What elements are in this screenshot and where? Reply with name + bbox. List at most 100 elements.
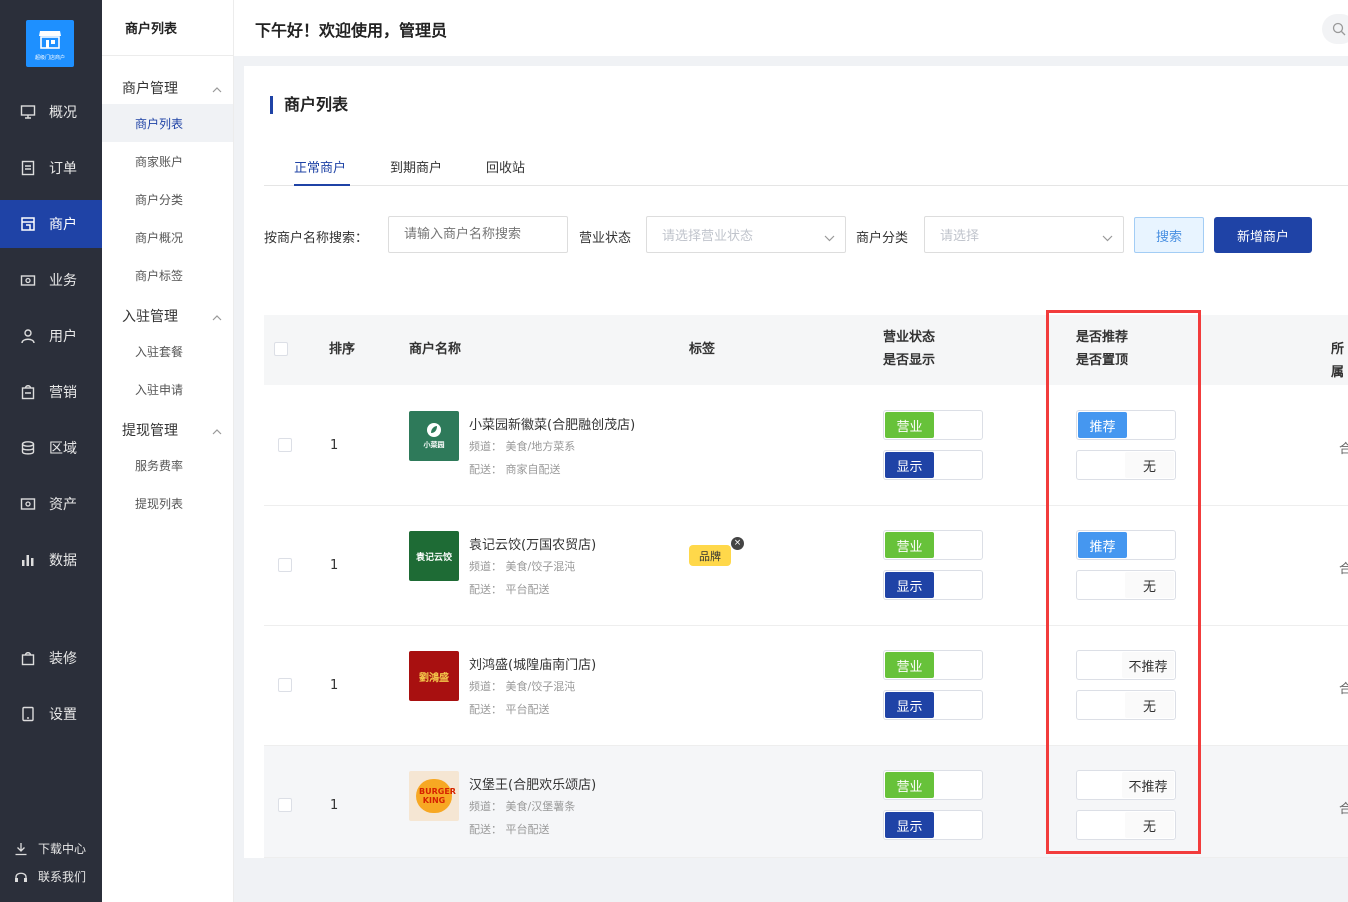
nav-item-merchants[interactable]: 商户 [0,200,102,248]
select-all-checkbox[interactable] [274,342,288,356]
pin-switch[interactable]: 无 [1076,450,1176,480]
subnav-item-merchant-tags[interactable]: 商户标签 [102,256,233,294]
business-status-switch[interactable]: 营业 [883,410,983,440]
merchant-name[interactable]: 小菜园新徽菜(合肥融创茂店) [469,414,635,433]
tab-recycle-bin[interactable]: 回收站 [486,157,525,176]
tab-active-indicator [294,184,350,186]
tab-expired-merchants[interactable]: 到期商户 [390,157,442,176]
header-search-button[interactable] [1322,14,1348,44]
recommend-switch[interactable]: 推荐 [1076,530,1176,560]
pin-switch[interactable]: 无 [1076,570,1176,600]
nav-item-marketing[interactable]: 营销 [0,368,102,416]
truncated-cell: 合 [1339,682,1348,697]
merchant-delivery: 配送： 平台配送 [469,821,550,837]
business-status-switch[interactable]: 营业 [883,650,983,680]
app-logo[interactable]: 超级门店商户 [26,20,74,67]
subnav-item-merchant-accounts[interactable]: 商家账户 [102,142,233,180]
nav-item-label: 设置 [49,707,77,723]
subnav-item-onboarding-packages[interactable]: 入驻套餐 [102,332,233,370]
row-checkbox[interactable] [278,558,292,572]
document-icon [20,160,36,176]
merchant-logo: 袁记云饺 [409,531,459,581]
brand-tag: 品牌 [689,545,731,566]
delivery-value: 平台配送 [505,703,550,716]
page-title: 商户列表 [270,96,348,114]
tab-normal-merchants[interactable]: 正常商户 [294,157,346,176]
nav-item-data[interactable]: 数据 [0,536,102,584]
download-center-link[interactable]: 下载中心 [14,840,86,857]
merchant-name[interactable]: 袁记云饺(万国农贸店) [469,534,596,553]
subnav-item-service-fee[interactable]: 服务费率 [102,446,233,484]
switch-knob: 显示 [885,572,934,598]
nav-item-label: 装修 [49,651,77,667]
switch-knob: 无 [1125,692,1174,718]
subnav-item-merchant-list[interactable]: 商户列表 [102,104,233,142]
table-row: 1 小菜园 小菜园新徽菜(合肥融创茂店) 频道： 美食/地方菜系 配送： 商家自… [264,386,1348,506]
merchant-logo-text: BURGER KING [419,787,456,805]
nav-item-assets[interactable]: 资产 [0,480,102,528]
visible-switch[interactable]: 显示 [883,450,983,480]
merchant-name[interactable]: 汉堡王(合肥欢乐颂店) [469,774,596,793]
channel-label: 频道： [469,440,502,453]
delivery-label: 配送： [469,583,502,596]
pin-switch[interactable]: 无 [1076,690,1176,720]
pin-switch[interactable]: 无 [1076,810,1176,840]
remove-tag-icon[interactable]: × [731,537,744,550]
name-search-label: 按商户名称搜索： [264,231,369,246]
nav-item-users[interactable]: 用户 [0,312,102,360]
business-status-switch[interactable]: 营业 [883,770,983,800]
visible-switch[interactable]: 显示 [883,810,983,840]
delivery-label: 配送： [469,823,502,836]
row-checkbox[interactable] [278,678,292,692]
nav-item-decoration[interactable]: 装修 [0,634,102,682]
business-status-switch[interactable]: 营业 [883,530,983,560]
visible-switch[interactable]: 显示 [883,690,983,720]
merchant-delivery: 配送： 平台配送 [469,581,550,597]
delivery-label: 配送： [469,463,502,476]
subnav-group-label: 商户管理 [122,81,178,97]
leaf-icon [427,423,441,437]
switch-knob: 不推荐 [1122,652,1174,678]
subnav-item-onboarding-applications[interactable]: 入驻申请 [102,370,233,408]
merchant-logo: BURGER KING [409,771,459,821]
briefcase-icon [20,272,36,288]
business-status-placeholder: 请选择营业状态 [662,229,754,244]
top-header: 下午好！欢迎使用，管理员 [234,0,1348,56]
contact-us-link[interactable]: 联系我们 [14,868,86,885]
recommend-switch[interactable]: 不推荐 [1076,770,1176,800]
nav-item-settings[interactable]: 设置 [0,690,102,738]
subnav-item-merchant-categories[interactable]: 商户分类 [102,180,233,218]
subnav-item-merchant-overview[interactable]: 商户概况 [102,218,233,256]
merchant-name-search-input[interactable] [388,216,568,253]
subnav-group-onboarding[interactable]: 入驻管理 [122,306,222,326]
subnav-group-withdrawals[interactable]: 提现管理 [122,420,222,440]
merchant-name[interactable]: 刘鸿盛(城隍庙南门店) [469,654,596,673]
row-checkbox[interactable] [278,798,292,812]
add-merchant-button[interactable]: 新增商户 [1214,217,1312,253]
rank-value: 1 [330,558,339,573]
nav-item-regions[interactable]: 区域 [0,424,102,472]
subnav-item-withdrawal-list[interactable]: 提现列表 [102,484,233,522]
column-header-tag: 标签 [689,342,716,357]
search-button[interactable]: 搜索 [1134,217,1204,253]
business-status-select[interactable]: 请选择营业状态 [646,216,846,253]
nav-item-business[interactable]: 业务 [0,256,102,304]
nav-item-label: 营销 [49,385,77,401]
subnav-group-merchant-management[interactable]: 商户管理 [122,78,222,98]
recommend-switch[interactable]: 推荐 [1076,410,1176,440]
nav-item-label: 用户 [49,329,77,345]
nav-item-overview[interactable]: 概况 [0,88,102,136]
row-checkbox[interactable] [278,438,292,452]
database-icon [20,440,36,456]
table-row: 1 劉鴻盛 刘鸿盛(城隍庙南门店) 频道： 美食/饺子混沌 配送： 平台配送 营… [264,626,1348,746]
merchant-category-select[interactable]: 请选择 [924,216,1124,253]
nav-item-label: 区域 [49,441,77,457]
nav-item-orders[interactable]: 订单 [0,144,102,192]
recommend-switch[interactable]: 不推荐 [1076,650,1176,680]
switch-knob: 显示 [885,452,934,478]
merchant-category-placeholder: 请选择 [940,229,980,244]
contact-us-label: 联系我们 [38,870,87,884]
switch-knob: 不推荐 [1122,772,1174,798]
visible-switch[interactable]: 显示 [883,570,983,600]
switch-knob: 无 [1125,812,1174,838]
